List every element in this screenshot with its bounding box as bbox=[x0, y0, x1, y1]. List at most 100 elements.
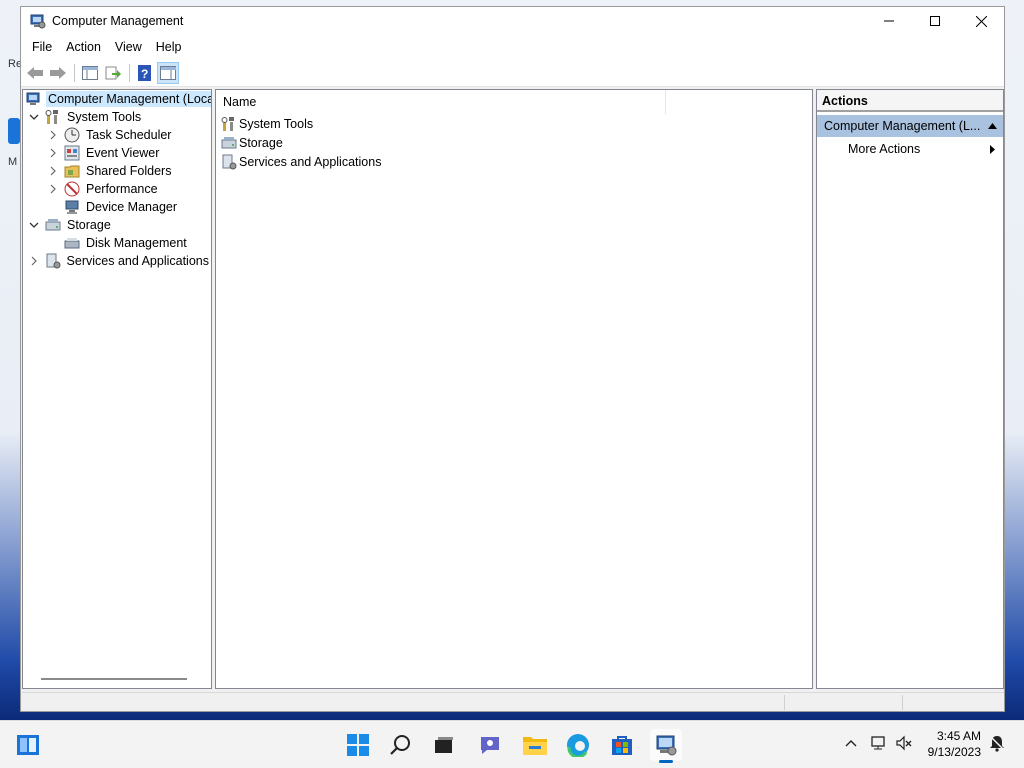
edge-button[interactable] bbox=[562, 729, 594, 761]
edge-browser-icon bbox=[567, 734, 589, 757]
computer-management-taskbar-button[interactable] bbox=[650, 729, 682, 763]
tools-icon bbox=[45, 110, 58, 124]
widgets-button[interactable] bbox=[12, 729, 44, 761]
tree-item-disk-management[interactable]: Disk Management bbox=[23, 234, 211, 252]
tree-item-services-and-applications[interactable]: Services and Applications bbox=[23, 252, 211, 270]
task-view-button[interactable] bbox=[428, 729, 460, 761]
list-item[interactable]: System Tools bbox=[216, 114, 812, 133]
tree-item-computer-management[interactable]: Computer Management (Local bbox=[23, 90, 211, 108]
tree-item-label: Task Scheduler bbox=[86, 128, 172, 142]
notification-bell-icon bbox=[989, 735, 1005, 752]
show-hide-console-tree-button[interactable] bbox=[79, 62, 101, 84]
forward-arrow-icon bbox=[50, 66, 66, 79]
tree-item-label: System Tools bbox=[67, 110, 142, 124]
back-button[interactable] bbox=[24, 62, 46, 84]
tree-item-label: Shared Folders bbox=[86, 164, 172, 178]
close-button[interactable] bbox=[958, 7, 1004, 35]
chevron-right-icon[interactable] bbox=[47, 165, 59, 177]
chevron-right-icon[interactable] bbox=[47, 129, 59, 141]
tree-item-label: Services and Applications bbox=[66, 254, 209, 268]
computer-management-icon bbox=[30, 14, 46, 29]
chevron-down-icon[interactable] bbox=[28, 219, 40, 231]
chevron-down-icon[interactable] bbox=[28, 111, 40, 123]
active-app-indicator bbox=[659, 760, 673, 763]
network-button[interactable] bbox=[869, 733, 889, 753]
more-actions-item[interactable]: More Actions bbox=[817, 137, 1003, 161]
list-item-label: Storage bbox=[239, 135, 283, 150]
store-icon bbox=[612, 736, 632, 755]
toolbar-separator bbox=[74, 63, 75, 82]
volume-button[interactable] bbox=[894, 733, 914, 753]
tree-item-label: Event Viewer bbox=[86, 146, 160, 160]
details-pane[interactable]: Name System Tools Storage Services and A… bbox=[215, 89, 813, 689]
network-icon bbox=[871, 736, 885, 750]
minimize-button[interactable] bbox=[866, 7, 912, 35]
device-manager-icon bbox=[65, 200, 79, 214]
list-item[interactable]: Services and Applications bbox=[216, 152, 812, 171]
search-icon bbox=[390, 735, 410, 755]
actions-section-computer-management[interactable]: Computer Management (L... bbox=[817, 115, 1003, 137]
list-item-label: System Tools bbox=[239, 116, 314, 131]
task-view-icon bbox=[435, 737, 453, 753]
list-header: Name bbox=[216, 89, 812, 114]
tree-item-event-viewer[interactable]: Event Viewer bbox=[23, 144, 211, 162]
title-bar[interactable]: Computer Management bbox=[21, 7, 1004, 35]
more-actions-label: More Actions bbox=[848, 142, 921, 156]
tree-item-performance[interactable]: Performance bbox=[23, 180, 211, 198]
start-button[interactable] bbox=[342, 729, 374, 761]
menu-file[interactable]: File bbox=[25, 35, 59, 59]
forward-button[interactable] bbox=[47, 62, 69, 84]
menu-view[interactable]: View bbox=[108, 35, 149, 59]
show-hidden-icons-button[interactable] bbox=[841, 733, 861, 753]
menu-bar: File Action View Help bbox=[21, 35, 1004, 59]
menu-action[interactable]: Action bbox=[59, 35, 108, 59]
tree-item-storage[interactable]: Storage bbox=[23, 216, 211, 234]
chevron-right-icon[interactable] bbox=[47, 183, 59, 195]
back-arrow-icon bbox=[27, 66, 43, 79]
close-icon bbox=[975, 15, 987, 27]
maximize-icon bbox=[930, 16, 940, 26]
widgets-icon bbox=[17, 735, 39, 755]
show-hide-action-pane-button[interactable] bbox=[157, 61, 179, 84]
export-list-button[interactable] bbox=[102, 62, 124, 84]
event-viewer-icon bbox=[64, 145, 80, 161]
list-item-label: Services and Applications bbox=[239, 154, 382, 169]
list-item[interactable]: Storage bbox=[216, 133, 812, 152]
status-bar-separator bbox=[784, 695, 785, 710]
tree-item-task-scheduler[interactable]: Task Scheduler bbox=[23, 126, 211, 144]
status-bar bbox=[22, 692, 1004, 711]
tree-item-system-tools[interactable]: System Tools bbox=[23, 108, 211, 126]
chevron-up-icon bbox=[845, 740, 857, 747]
storage-icon bbox=[221, 136, 237, 148]
actions-section-label: Computer Management (L... bbox=[824, 119, 981, 133]
submenu-arrow-icon bbox=[990, 145, 995, 154]
column-header-name[interactable]: Name bbox=[216, 89, 666, 114]
notifications-button[interactable] bbox=[987, 733, 1007, 753]
show-hide-action-pane-icon bbox=[160, 65, 176, 80]
tree-item-shared-folders[interactable]: Shared Folders bbox=[23, 162, 211, 180]
console-tree[interactable]: Computer Management (Local System Tools … bbox=[22, 89, 212, 689]
tree-item-label: Disk Management bbox=[86, 236, 187, 250]
desktop-edge-icon[interactable] bbox=[8, 118, 20, 144]
show-hide-console-tree-icon bbox=[82, 65, 98, 80]
file-explorer-button[interactable] bbox=[519, 729, 551, 761]
shared-folder-icon bbox=[64, 165, 80, 178]
search-button[interactable] bbox=[385, 729, 417, 761]
collapse-up-icon[interactable] bbox=[988, 123, 997, 129]
system-clock[interactable]: 3:45 AM 9/13/2023 bbox=[928, 728, 981, 760]
toolbar: ? bbox=[21, 59, 1004, 87]
export-list-icon bbox=[105, 66, 121, 79]
maximize-button[interactable] bbox=[912, 7, 958, 35]
chevron-right-icon[interactable] bbox=[47, 147, 59, 159]
help-button[interactable]: ? bbox=[134, 62, 156, 84]
horizontal-scrollbar[interactable] bbox=[41, 678, 187, 680]
computer-management-icon bbox=[656, 735, 677, 756]
chevron-right-icon[interactable] bbox=[28, 255, 40, 267]
store-button[interactable] bbox=[606, 729, 638, 761]
svg-text:?: ? bbox=[141, 67, 148, 81]
tree-item-device-manager[interactable]: Device Manager bbox=[23, 198, 211, 216]
teams-chat-button[interactable] bbox=[474, 729, 506, 761]
help-icon: ? bbox=[138, 64, 151, 81]
window-title: Computer Management bbox=[52, 14, 184, 28]
menu-help[interactable]: Help bbox=[149, 35, 189, 59]
